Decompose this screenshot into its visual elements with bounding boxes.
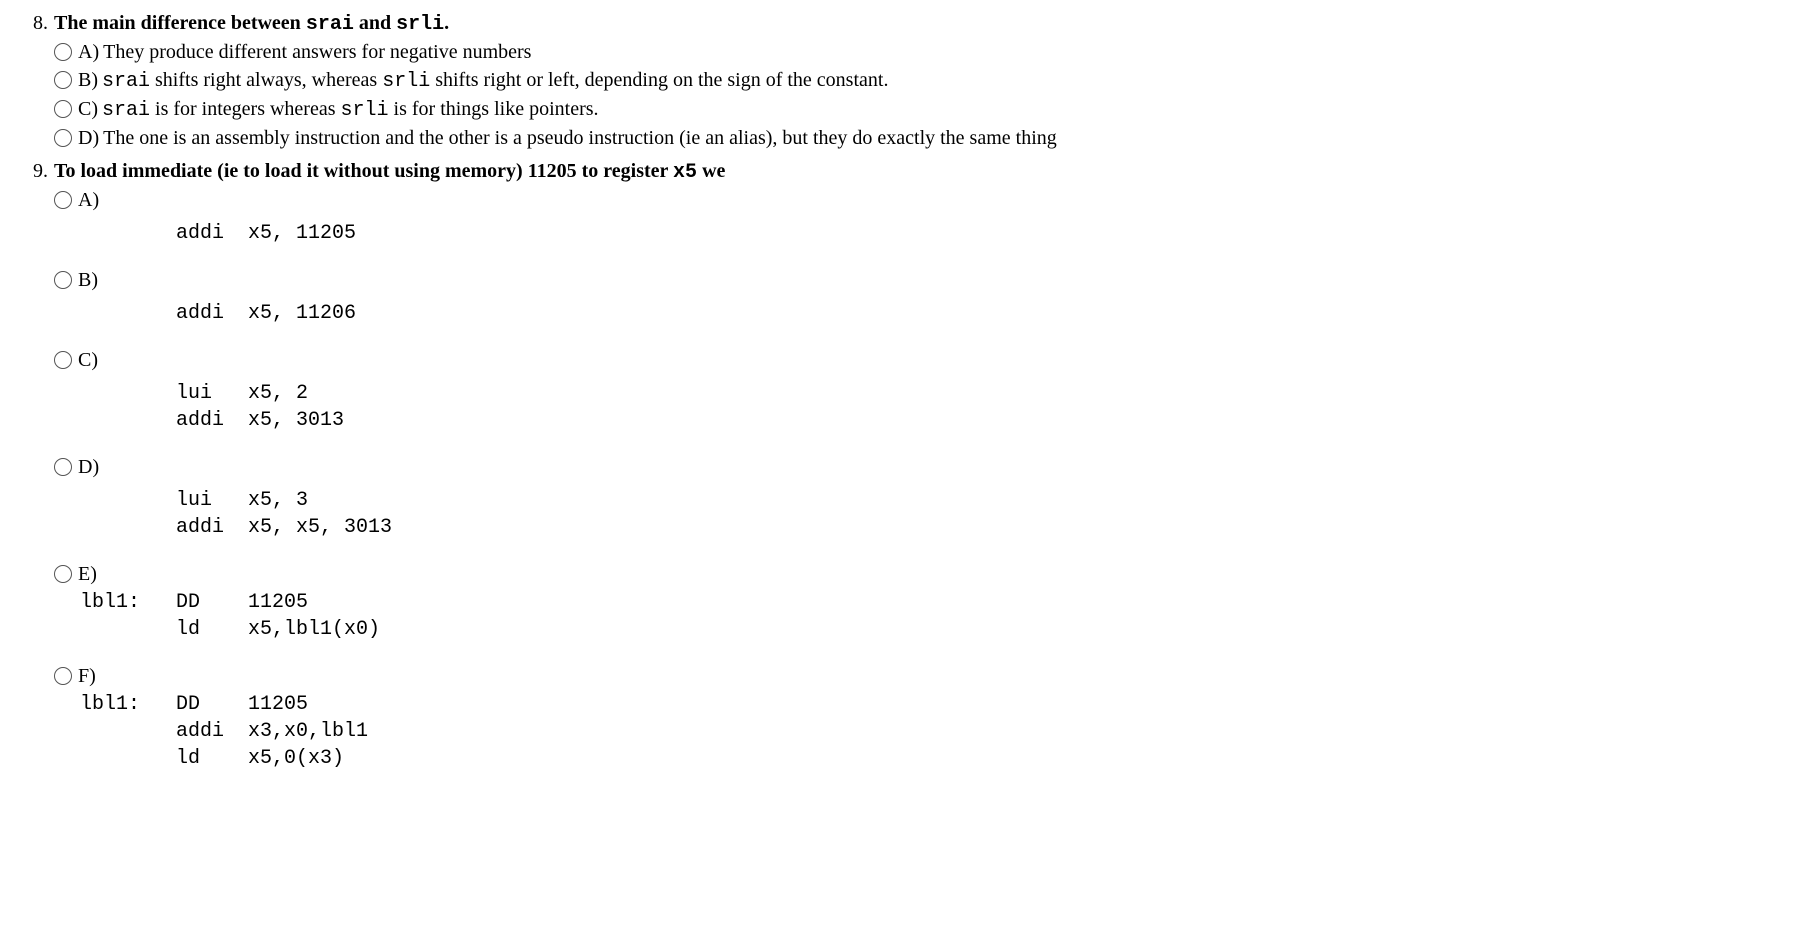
radio-icon[interactable] bbox=[54, 565, 72, 583]
option-label: C) bbox=[78, 347, 98, 374]
radio-icon[interactable] bbox=[54, 71, 72, 89]
option-text: They produce different answers for negat… bbox=[103, 39, 1792, 66]
radio-icon[interactable] bbox=[54, 191, 72, 209]
question-number: 9. bbox=[20, 158, 54, 185]
option-8d[interactable]: D) The one is an assembly instruction an… bbox=[20, 125, 1792, 152]
code-block-9b: addi x5, 11206 bbox=[20, 300, 1792, 327]
option-9f[interactable]: F) bbox=[20, 663, 1792, 690]
code-block-9d: lui x5, 3 addi x5, x5, 3013 bbox=[20, 487, 1792, 541]
code-block-9f: lbl1: DD 11205 addi x3,x0,lbl1 ld x5,0(x… bbox=[20, 691, 1792, 772]
option-8b[interactable]: B) srai shifts right always, whereas srl… bbox=[20, 67, 1792, 95]
radio-icon[interactable] bbox=[54, 100, 72, 118]
radio-icon[interactable] bbox=[54, 43, 72, 61]
option-label: B) bbox=[78, 267, 98, 294]
question-text: The main difference between srai and srl… bbox=[54, 10, 1792, 38]
radio-icon[interactable] bbox=[54, 351, 72, 369]
option-9a[interactable]: A) bbox=[20, 187, 1792, 214]
option-label: A) bbox=[78, 187, 99, 214]
question-9: 9. To load immediate (ie to load it with… bbox=[20, 158, 1792, 772]
option-text: The one is an assembly instruction and t… bbox=[103, 125, 1792, 152]
radio-icon[interactable] bbox=[54, 129, 72, 147]
radio-icon[interactable] bbox=[54, 667, 72, 685]
code-block-9a: addi x5, 11205 bbox=[20, 220, 1792, 247]
option-8c[interactable]: C) srai is for integers whereas srli is … bbox=[20, 96, 1792, 124]
radio-icon[interactable] bbox=[54, 271, 72, 289]
option-9c[interactable]: C) bbox=[20, 347, 1792, 374]
option-label: C) bbox=[78, 96, 98, 123]
option-label: F) bbox=[78, 663, 96, 690]
option-label: B) bbox=[78, 67, 98, 94]
option-9b[interactable]: B) bbox=[20, 267, 1792, 294]
question-number: 8. bbox=[20, 10, 54, 37]
code-block-9e: lbl1: DD 11205 ld x5,lbl1(x0) bbox=[20, 589, 1792, 643]
option-8a[interactable]: A) They produce different answers for ne… bbox=[20, 39, 1792, 66]
option-label: D) bbox=[78, 125, 99, 152]
question-9-header: 9. To load immediate (ie to load it with… bbox=[20, 158, 1792, 186]
question-8-header: 8. The main difference between srai and … bbox=[20, 10, 1792, 38]
option-9d[interactable]: D) bbox=[20, 454, 1792, 481]
option-label: D) bbox=[78, 454, 99, 481]
question-text: To load immediate (ie to load it without… bbox=[54, 158, 1792, 186]
code-block-9c: lui x5, 2 addi x5, 3013 bbox=[20, 380, 1792, 434]
option-label: E) bbox=[78, 561, 97, 588]
option-9e[interactable]: E) bbox=[20, 561, 1792, 588]
option-text: srai shifts right always, whereas srli s… bbox=[102, 67, 1792, 95]
question-8: 8. The main difference between srai and … bbox=[20, 10, 1792, 152]
option-label: A) bbox=[78, 39, 99, 66]
option-text: srai is for integers whereas srli is for… bbox=[102, 96, 1792, 124]
radio-icon[interactable] bbox=[54, 458, 72, 476]
